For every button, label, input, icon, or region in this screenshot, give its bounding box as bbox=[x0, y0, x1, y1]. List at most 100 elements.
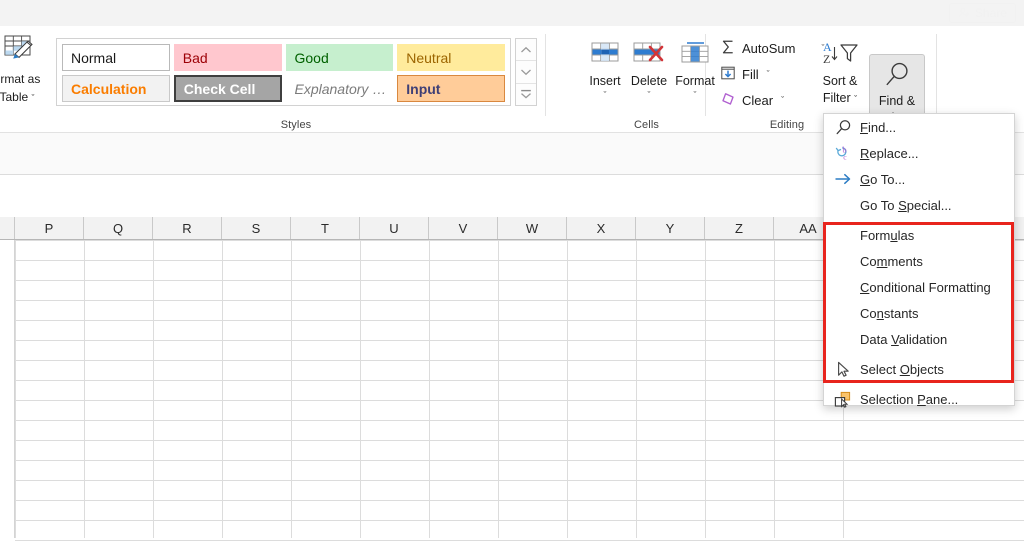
grid-line-vertical bbox=[567, 240, 568, 538]
cell-styles-gallery[interactable]: Normal Bad Good Neutral Calculation Chec… bbox=[56, 38, 511, 106]
menu-item-conditional-formatting[interactable]: Conditional Formatting bbox=[824, 274, 1014, 300]
autosum-label: AutoSum bbox=[742, 40, 796, 56]
column-header-v[interactable]: V bbox=[429, 217, 498, 239]
style-check-cell[interactable]: Check Cell bbox=[173, 75, 282, 102]
grid-line-horizontal bbox=[15, 500, 1024, 501]
find-and-select-dropdown-menu[interactable]: Find... b c Replace... Go To... Go To Special… bbox=[823, 113, 1015, 408]
select-all-corner[interactable] bbox=[0, 217, 15, 239]
insert-cells-caret[interactable]: ˇ bbox=[583, 90, 627, 100]
grid-line-vertical bbox=[153, 240, 154, 538]
menu-item-label: Go To Special... bbox=[860, 197, 952, 213]
grid-line-horizontal bbox=[15, 420, 1024, 421]
column-header-p[interactable]: P bbox=[15, 217, 84, 239]
delete-cells-button[interactable]: Delete ˇ bbox=[627, 32, 671, 120]
menu-item-label: Select Objects bbox=[860, 361, 944, 377]
fill-caret[interactable]: ˇ bbox=[767, 69, 770, 79]
grid-line-vertical bbox=[84, 240, 85, 538]
styles-gallery-scroller[interactable] bbox=[515, 38, 537, 106]
menu-item-go-to[interactable]: Go To... bbox=[824, 166, 1014, 192]
style-normal[interactable]: Normal bbox=[62, 44, 170, 71]
column-header-w[interactable]: W bbox=[498, 217, 567, 239]
no-icon bbox=[832, 300, 854, 326]
row-header-strip bbox=[0, 240, 15, 538]
group-separator bbox=[545, 34, 546, 116]
style-good[interactable]: Good bbox=[285, 44, 394, 71]
share-button[interactable]: Share bbox=[948, 3, 1016, 23]
sort-filter-icon: A Z bbox=[814, 35, 866, 71]
style-explanatory[interactable]: Explanatory … bbox=[285, 75, 394, 102]
no-icon bbox=[832, 248, 854, 274]
style-neutral[interactable]: Neutral bbox=[397, 44, 505, 71]
grid-line-vertical bbox=[498, 240, 499, 538]
menu-item-label: Find... bbox=[860, 119, 897, 135]
clear-label: Clear bbox=[742, 92, 774, 108]
svg-text:c: c bbox=[843, 152, 847, 161]
column-header-x[interactable]: X bbox=[567, 217, 636, 239]
column-header-r[interactable]: R bbox=[153, 217, 222, 239]
styles-scroll-up-button[interactable] bbox=[516, 39, 536, 62]
menu-item-label: Constants bbox=[860, 305, 919, 321]
clear-button[interactable]: Clear ˇ bbox=[716, 89, 784, 111]
grid-line-vertical bbox=[291, 240, 292, 538]
style-bad[interactable]: Bad bbox=[173, 44, 282, 71]
column-header-y[interactable]: Y bbox=[636, 217, 705, 239]
no-icon bbox=[832, 326, 854, 352]
chevron-down-bar-icon bbox=[521, 89, 531, 99]
delete-cells-caret[interactable]: ˇ bbox=[627, 90, 671, 100]
styles-group: Normal Bad Good Neutral Calculation Chec… bbox=[52, 26, 540, 133]
menu-item-label: Formulas bbox=[860, 227, 915, 243]
menu-item-constants[interactable]: Constants bbox=[824, 300, 1014, 326]
grid-line-vertical bbox=[360, 240, 361, 538]
sigma-icon bbox=[720, 39, 736, 58]
sort-filter-label-2: Filter ˇ bbox=[822, 91, 858, 105]
menu-item-label: Selection Pane... bbox=[860, 391, 959, 407]
menu-item-label: Conditional Formatting bbox=[860, 279, 991, 295]
cells-group: Insert ˇ Delete ˇ Format ˇ Cells bbox=[583, 26, 715, 133]
title-bar: Share bbox=[0, 0, 1024, 26]
menu-item-go-to-special[interactable]: Go To Special... bbox=[824, 192, 1014, 218]
no-icon bbox=[832, 192, 854, 218]
find-and-select-label-1: Find & bbox=[878, 94, 916, 108]
cells-group-label: Cells bbox=[634, 119, 659, 131]
style-calculation[interactable]: Calculation bbox=[62, 75, 170, 102]
column-header-t[interactable]: T bbox=[291, 217, 360, 239]
svg-text:Z: Z bbox=[823, 52, 830, 66]
selection-pane-icon bbox=[832, 386, 854, 412]
format-as-table-label-2: Table ˇ bbox=[0, 90, 35, 104]
menu-item-find[interactable]: Find... bbox=[824, 114, 1014, 140]
column-header-z[interactable]: Z bbox=[705, 217, 774, 239]
menu-item-formulas[interactable]: Formulas bbox=[824, 222, 1014, 248]
format-as-table-button[interactable]: ormat as Table ˇ bbox=[0, 30, 48, 122]
autosum-button[interactable]: AutoSum ˇ bbox=[716, 37, 824, 59]
menu-item-label: Replace... bbox=[860, 145, 919, 161]
menu-item-select-objects[interactable]: Select Objects bbox=[824, 356, 1014, 382]
clear-caret[interactable]: ˇ bbox=[781, 95, 784, 105]
menu-item-replace[interactable]: b c Replace... bbox=[824, 140, 1014, 166]
fill-label: Fill bbox=[742, 66, 759, 82]
group-separator bbox=[936, 34, 937, 116]
grid-line-horizontal bbox=[15, 520, 1024, 521]
magnifier-icon bbox=[832, 114, 854, 140]
delete-cells-label: Delete bbox=[630, 74, 668, 88]
style-input[interactable]: Input bbox=[397, 75, 505, 102]
fill-down-icon bbox=[720, 65, 736, 84]
column-header-s[interactable]: S bbox=[222, 217, 291, 239]
grid-line-vertical bbox=[429, 240, 430, 538]
insert-cells-button[interactable]: Insert ˇ bbox=[583, 32, 627, 120]
styles-scroll-down-button[interactable] bbox=[516, 61, 536, 84]
grid-line-vertical bbox=[705, 240, 706, 538]
fill-button[interactable]: Fill ˇ bbox=[716, 63, 770, 85]
share-label: Share bbox=[974, 6, 1007, 20]
column-header-q[interactable]: Q bbox=[84, 217, 153, 239]
styles-more-button[interactable] bbox=[516, 84, 536, 105]
cursor-arrow-icon bbox=[832, 356, 854, 382]
column-header-u[interactable]: U bbox=[360, 217, 429, 239]
grid-line-horizontal bbox=[15, 480, 1024, 481]
sort-filter-button[interactable]: A Z Sort & Filter ˇ bbox=[814, 32, 866, 120]
menu-item-comments[interactable]: Comments bbox=[824, 248, 1014, 274]
menu-item-data-validation[interactable]: Data Validation bbox=[824, 326, 1014, 352]
grid-line-vertical bbox=[15, 240, 16, 538]
chevron-down-icon bbox=[521, 69, 531, 76]
menu-item-selection-pane[interactable]: Selection Pane... bbox=[824, 386, 1014, 412]
menu-item-label: Data Validation bbox=[860, 331, 948, 347]
